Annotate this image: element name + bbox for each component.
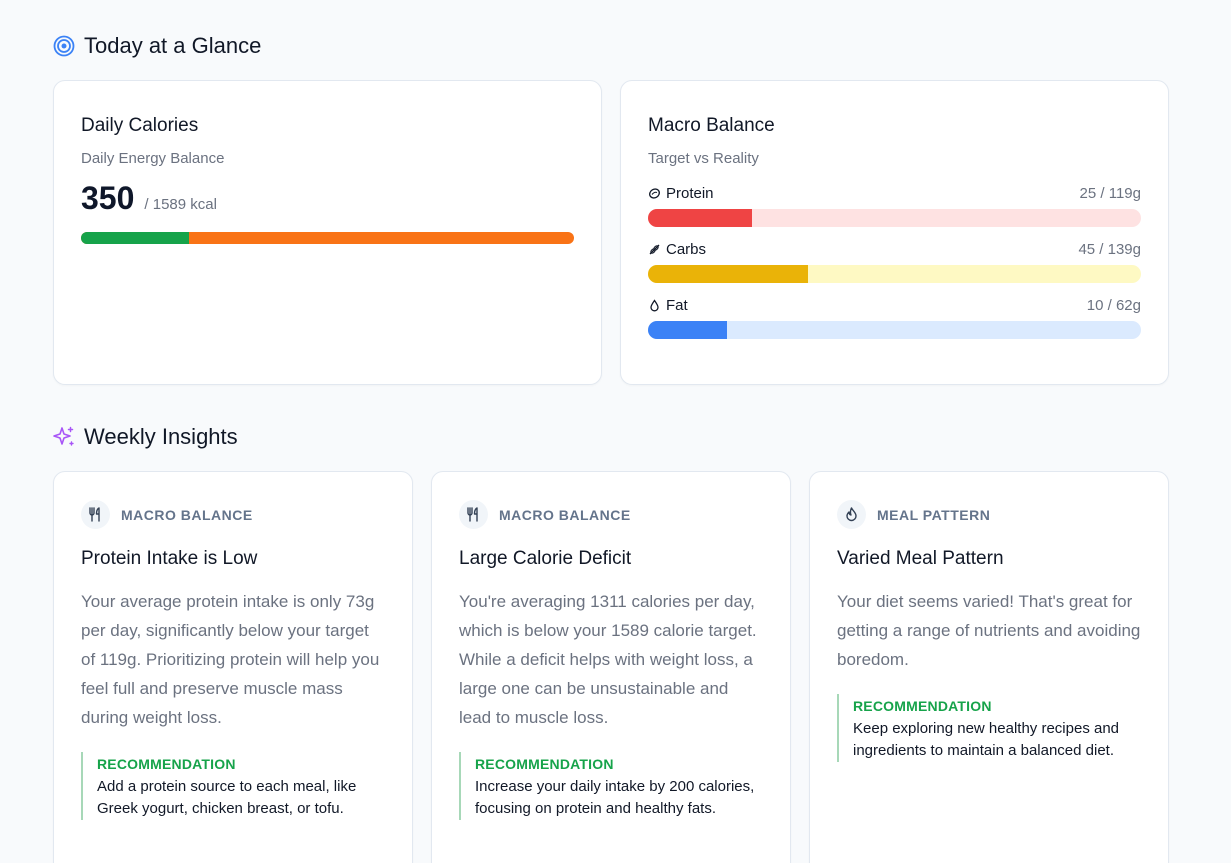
- protein-icon: [648, 187, 661, 200]
- target-icon: [53, 35, 75, 57]
- flame-icon: [837, 500, 866, 529]
- macro-progress-bar: [648, 209, 1141, 227]
- calories-target: / 1589 kcal: [144, 196, 217, 213]
- macro-row-protein: Protein 25 / 119g: [648, 185, 1141, 227]
- recommendation-text: Keep exploring new healthy recipes and i…: [853, 720, 1120, 759]
- carbs-icon: [648, 243, 661, 256]
- macro-value: 10 / 62g: [1086, 297, 1141, 314]
- macro-label: Protein: [666, 185, 714, 202]
- macros-subtitle: Target vs Reality: [648, 150, 759, 167]
- recommendation: RECOMMENDATION Add a protein source to ea…: [81, 752, 385, 820]
- insight-category: MACRO BALANCE: [121, 506, 253, 523]
- recommendation-text: Add a protein source to each meal, like …: [97, 778, 357, 817]
- macro-progress-fill: [648, 321, 727, 339]
- insight-card: MACRO BALANCE Protein Intake is Low Your a…: [53, 471, 413, 863]
- recommendation-label: RECOMMENDATION: [853, 698, 992, 714]
- macro-label: Carbs: [666, 241, 707, 258]
- insight-card: MACRO BALANCE Large Calorie Deficit You're…: [431, 471, 791, 863]
- insight-card: MEAL PATTERN Varied Meal Pattern Your diet…: [809, 471, 1169, 863]
- utensils-icon: [81, 500, 110, 529]
- insight-category: MACRO BALANCE: [499, 506, 631, 523]
- utensils-icon: [459, 500, 488, 529]
- macro-name: Fat: [648, 297, 688, 314]
- recommendation-label: RECOMMENDATION: [475, 756, 614, 772]
- macro-progress-bar: [648, 265, 1141, 283]
- weekly-section-title: Weekly Insights: [53, 424, 238, 450]
- insight-title: Varied Meal Pattern: [837, 548, 1004, 569]
- insight-body: You're averaging 1311 calories per day, …: [459, 592, 757, 727]
- drop-icon: [648, 299, 661, 312]
- calories-subtitle: Daily Energy Balance: [81, 150, 225, 167]
- calories-progress-fill: [81, 232, 190, 244]
- macro-name: Protein: [648, 185, 714, 202]
- macro-progress-bar: [648, 321, 1141, 339]
- calories-title: Daily Calories: [81, 115, 199, 136]
- macro-row-carbs: Carbs 45 / 139g: [648, 241, 1141, 283]
- macro-value: 45 / 139g: [1078, 241, 1141, 258]
- insight-body: Your average protein intake is only 73g …: [81, 592, 380, 727]
- calories-value: 350: [81, 180, 135, 216]
- macros-title: Macro Balance: [648, 115, 775, 136]
- recommendation: RECOMMENDATION Increase your daily intake…: [459, 752, 763, 820]
- today-title: Today at a Glance: [84, 33, 262, 58]
- recommendation-text: Increase your daily intake by 200 calori…: [475, 778, 755, 817]
- macro-value: 25 / 119g: [1079, 185, 1141, 202]
- recommendation-label: RECOMMENDATION: [97, 756, 236, 772]
- macro-row-fat: Fat 10 / 62g: [648, 297, 1141, 339]
- macro-balance-card: Macro Balance Target vs Reality Protein 2…: [620, 80, 1169, 385]
- calories-progress-bar: [81, 232, 574, 244]
- macro-progress-fill: [648, 265, 809, 283]
- daily-calories-card: Daily Calories Daily Energy Balance 350 …: [53, 80, 602, 385]
- weekly-title: Weekly Insights: [84, 424, 238, 449]
- macro-name: Carbs: [648, 241, 706, 258]
- insight-category: MEAL PATTERN: [877, 506, 991, 523]
- insight-title: Protein Intake is Low: [81, 548, 258, 569]
- insight-body: Your diet seems varied! That's great for…: [837, 592, 1141, 669]
- today-section-title: Today at a Glance: [53, 33, 261, 59]
- macro-progress-fill: [648, 209, 752, 227]
- sparkles-icon: [53, 426, 75, 448]
- recommendation: RECOMMENDATION Keep exploring new healthy…: [837, 694, 1141, 762]
- macro-label: Fat: [666, 297, 688, 314]
- insight-title: Large Calorie Deficit: [459, 548, 632, 569]
